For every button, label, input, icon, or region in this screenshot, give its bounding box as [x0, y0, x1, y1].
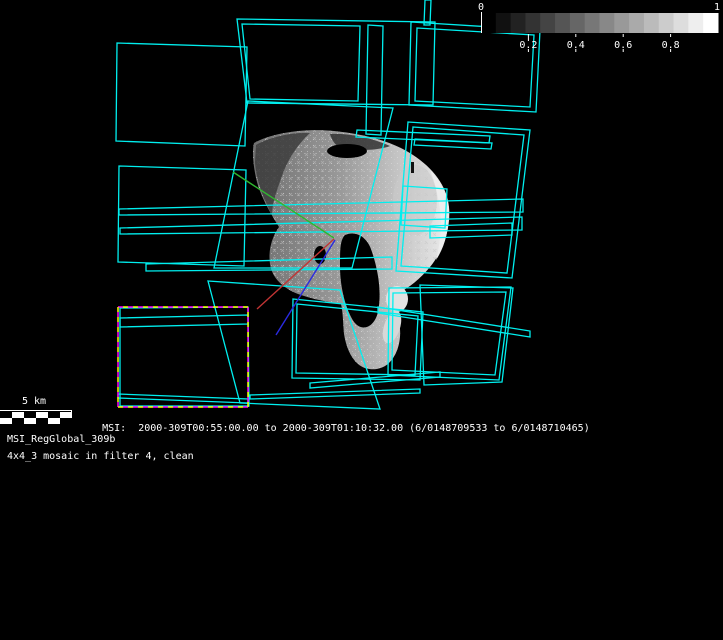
colorbar-step	[659, 13, 674, 33]
footprint-quad	[118, 394, 248, 403]
footprint-quad	[120, 307, 249, 406]
scene-canvas[interactable]: 010.20.40.60.8	[0, 0, 723, 640]
crater-shadow-top	[327, 144, 367, 158]
colorbar-step	[555, 13, 570, 33]
scalebar-label: 5 km	[22, 396, 46, 408]
footprint-quad	[420, 285, 513, 385]
colorbar-min-label: 0	[478, 2, 484, 13]
scalebar-cell	[24, 418, 36, 424]
scalebar-cell	[0, 418, 12, 424]
footprint-quad	[250, 389, 420, 399]
colorbar-step	[614, 13, 629, 33]
sequence-name: MSI_RegGlobal_309b	[7, 434, 115, 446]
footprint-quad	[366, 25, 383, 135]
colorbar-step	[525, 13, 540, 33]
colorbar-step	[674, 13, 689, 33]
footprint-quad	[120, 315, 248, 327]
scalebar-cell	[60, 418, 72, 424]
colorbar-step	[600, 13, 615, 33]
colorbar-max-label: 1	[714, 2, 720, 13]
colorbar-step	[481, 13, 496, 33]
colorbar-step	[496, 13, 511, 33]
time-range: 2000-309T00:55:00.00 to 2000-309T01:10:3…	[138, 423, 590, 434]
footprint-quad	[409, 22, 540, 112]
colorbar-step	[688, 13, 703, 33]
colorbar-step	[644, 13, 659, 33]
colorbar-step	[703, 13, 718, 33]
sequence-description: 4x4_3 mosaic in filter 4, clean	[7, 451, 194, 463]
footprint-quad	[237, 19, 435, 105]
colorbar: 010.20.40.60.8	[478, 2, 720, 52]
colorbar-step	[540, 13, 555, 33]
footprint-quad	[242, 24, 360, 101]
colorbar-step	[570, 13, 585, 33]
scalebar-cell	[48, 418, 60, 424]
footprint-quad	[118, 166, 246, 266]
colorbar-step	[629, 13, 644, 33]
scalebar-cell	[12, 418, 24, 424]
footprint-quad	[392, 292, 506, 375]
dark-dash	[411, 162, 414, 173]
instrument-label: MSI:	[102, 423, 126, 434]
msi-sequence-viewer: 010.20.40.60.8 5 km MSI:2000-309T00:55:0…	[0, 0, 723, 640]
scale-bar	[0, 410, 72, 423]
asteroid-model	[253, 130, 449, 369]
scalebar-cell	[36, 418, 48, 424]
status-line: MSI: 2000-309T00:55:00.00 to 2000-309T01:…	[78, 411, 590, 447]
footprint-quad	[116, 43, 247, 146]
colorbar-step	[585, 13, 600, 33]
colorbar-step	[511, 13, 526, 33]
